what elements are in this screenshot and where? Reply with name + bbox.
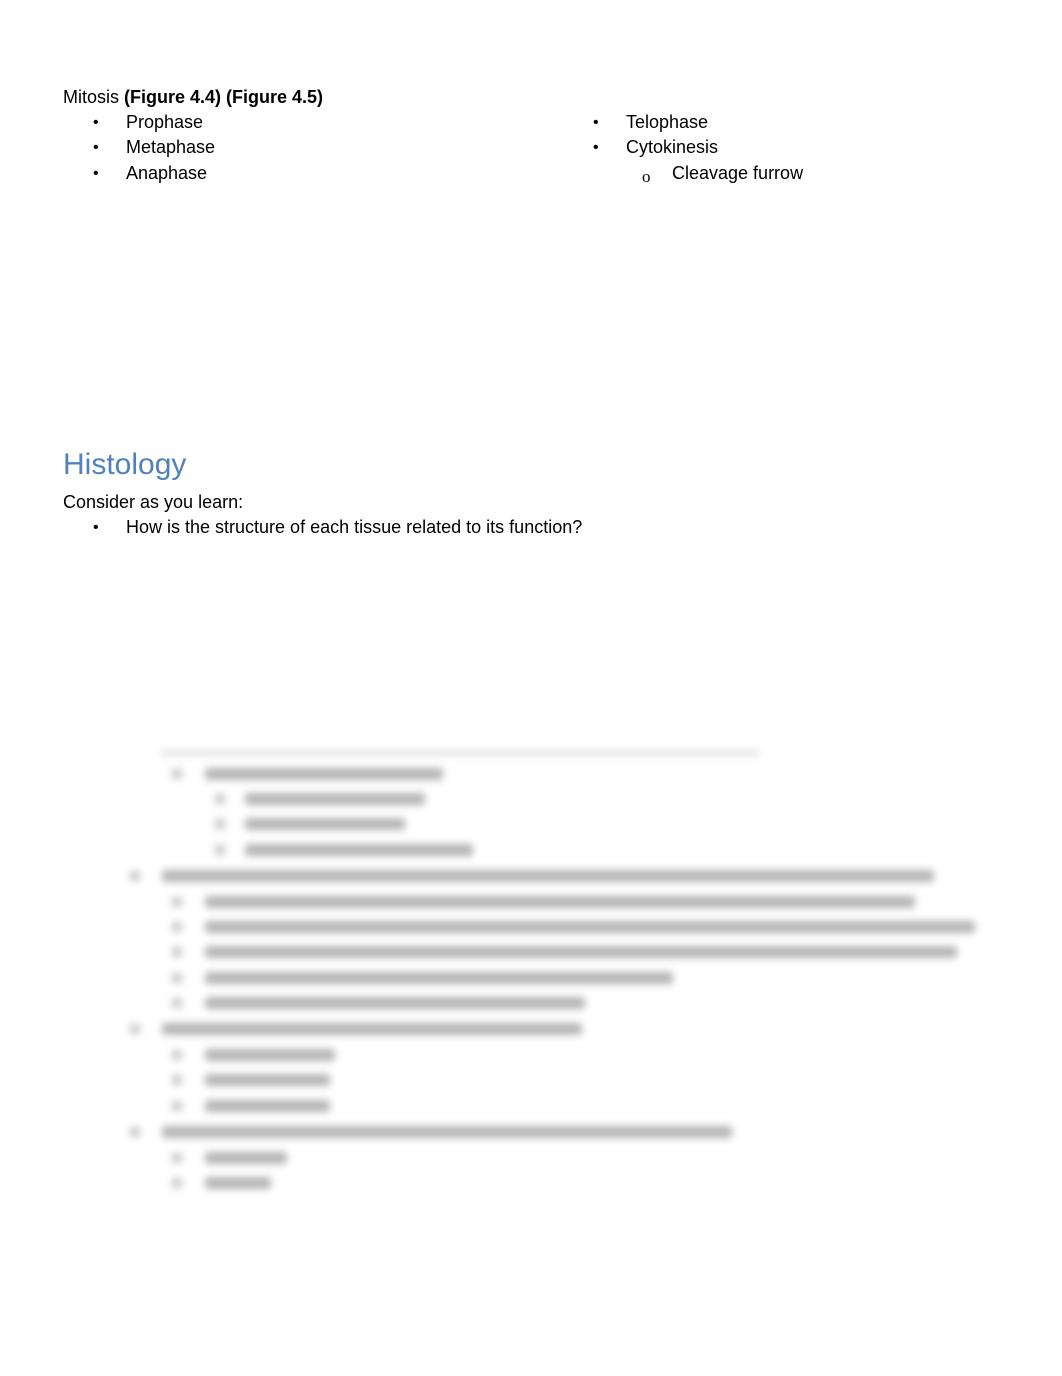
bullet-icon: • xyxy=(593,114,599,131)
bullet-icon: • xyxy=(93,165,99,182)
bullet-icon: • xyxy=(93,139,99,156)
blurred-line xyxy=(205,972,673,984)
mitosis-title: Mitosis (Figure 4.4) (Figure 4.5) xyxy=(63,85,323,110)
bullet-icon: • xyxy=(93,114,99,131)
blurred-marker xyxy=(215,819,225,829)
blurred-marker xyxy=(172,1101,182,1111)
blurred-marker xyxy=(172,1075,182,1085)
blurred-line xyxy=(205,1177,271,1189)
blurred-line xyxy=(205,946,957,958)
list-item-telophase: Telophase xyxy=(626,112,709,132)
list-item-anaphase: Anaphase xyxy=(126,163,208,183)
blurred-marker xyxy=(172,769,182,779)
blurred-line xyxy=(245,793,425,805)
blurred-marker xyxy=(172,897,182,907)
blurred-line xyxy=(205,1049,335,1061)
blurred-marker xyxy=(172,1050,182,1060)
blurred-marker xyxy=(130,871,140,881)
blurred-line xyxy=(205,768,443,780)
blurred-line xyxy=(245,844,473,856)
histology-question: How is the structure of each tissue rela… xyxy=(126,517,583,537)
blurred-marker xyxy=(172,973,182,983)
blurred-marker xyxy=(215,794,225,804)
blurred-line xyxy=(162,870,934,882)
histology-intro: Consider as you learn: xyxy=(63,492,244,512)
blurred-line xyxy=(162,1023,582,1035)
blurred-line xyxy=(205,896,915,908)
blurred-line xyxy=(205,1074,330,1086)
obscured-content xyxy=(0,750,1062,1210)
mitosis-label: Mitosis xyxy=(63,87,125,107)
blurred-marker xyxy=(130,1127,140,1137)
blurred-line xyxy=(205,921,975,933)
blurred-line xyxy=(160,750,760,756)
list-item-metaphase: Metaphase xyxy=(126,137,216,157)
histology-heading: Histology xyxy=(63,448,187,481)
mitosis-figure-refs: (Figure 4.4) (Figure 4.5) xyxy=(124,87,324,107)
blurred-marker xyxy=(130,1024,140,1034)
blurred-line xyxy=(205,1152,287,1164)
list-item-cleavage-furrow: Cleavage furrow xyxy=(672,163,804,183)
document-page: Mitosis (Figure 4.4) (Figure 4.5) • Prop… xyxy=(0,0,1062,1376)
blurred-line xyxy=(245,818,405,830)
blurred-marker xyxy=(172,1178,182,1188)
bullet-icon: • xyxy=(593,139,599,156)
blurred-marker xyxy=(172,998,182,1008)
bullet-icon: • xyxy=(93,519,99,536)
blurred-line xyxy=(162,1126,732,1138)
blurred-marker xyxy=(172,1153,182,1163)
list-item-prophase: Prophase xyxy=(126,112,204,132)
blurred-marker xyxy=(172,922,182,932)
blurred-marker xyxy=(172,947,182,957)
blurred-line xyxy=(205,997,585,1009)
blurred-line xyxy=(205,1100,330,1112)
sub-bullet-icon: o xyxy=(642,167,651,186)
list-item-cytokinesis: Cytokinesis xyxy=(626,137,719,157)
blurred-marker xyxy=(215,845,225,855)
